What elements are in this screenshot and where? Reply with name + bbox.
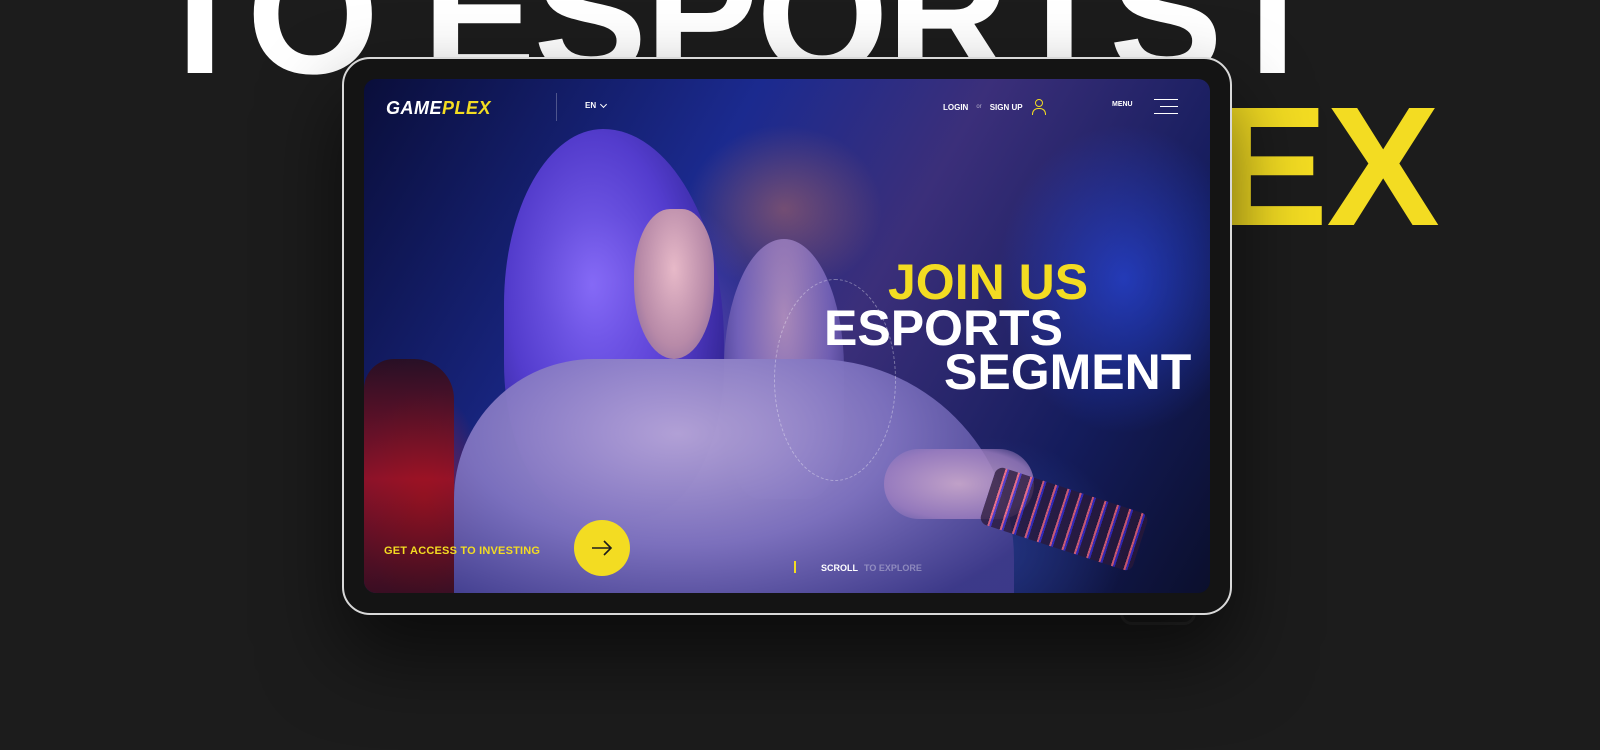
hero-line-segment: SEGMENT — [944, 344, 1192, 400]
signup-link[interactable]: SIGN UP — [990, 103, 1023, 112]
background-headline-yellow: EX — [1215, 72, 1440, 262]
logo-text-game: GAME — [386, 98, 442, 118]
cta-arrow-button[interactable] — [574, 520, 630, 576]
auth-separator: or — [976, 104, 982, 110]
gameplex-logo[interactable]: GAMEPLEX — [386, 97, 491, 119]
cta-label[interactable]: GET ACCESS TO INVESTING — [384, 545, 540, 557]
arrow-right-icon — [592, 540, 613, 556]
website-screen: GAMEPLEX EN LOGIN or SIGN UP MENU JOIN U… — [364, 79, 1210, 593]
language-selector[interactable]: EN — [585, 100, 608, 110]
language-label: EN — [585, 101, 597, 110]
login-link[interactable]: LOGIN — [943, 103, 968, 112]
scroll-label: SCROLL — [821, 563, 858, 573]
scroll-hint: TO EXPLORE — [864, 563, 922, 573]
hamburger-icon[interactable] — [1154, 97, 1178, 115]
auth-links: LOGIN or SIGN UP — [943, 99, 1046, 115]
gaming-chair — [364, 359, 454, 593]
menu-label[interactable]: MENU — [1112, 101, 1133, 108]
tablet-frame: GAMEPLEX EN LOGIN or SIGN UP MENU JOIN U… — [342, 57, 1232, 615]
scroll-to-explore[interactable]: SCROLL TO EXPLORE — [821, 563, 922, 573]
header-divider — [556, 93, 557, 121]
scroll-indicator — [794, 561, 796, 573]
chevron-down-icon — [600, 100, 608, 108]
gamer-face — [634, 209, 714, 359]
user-icon[interactable] — [1031, 99, 1046, 115]
logo-text-plex: PLEX — [442, 98, 492, 118]
